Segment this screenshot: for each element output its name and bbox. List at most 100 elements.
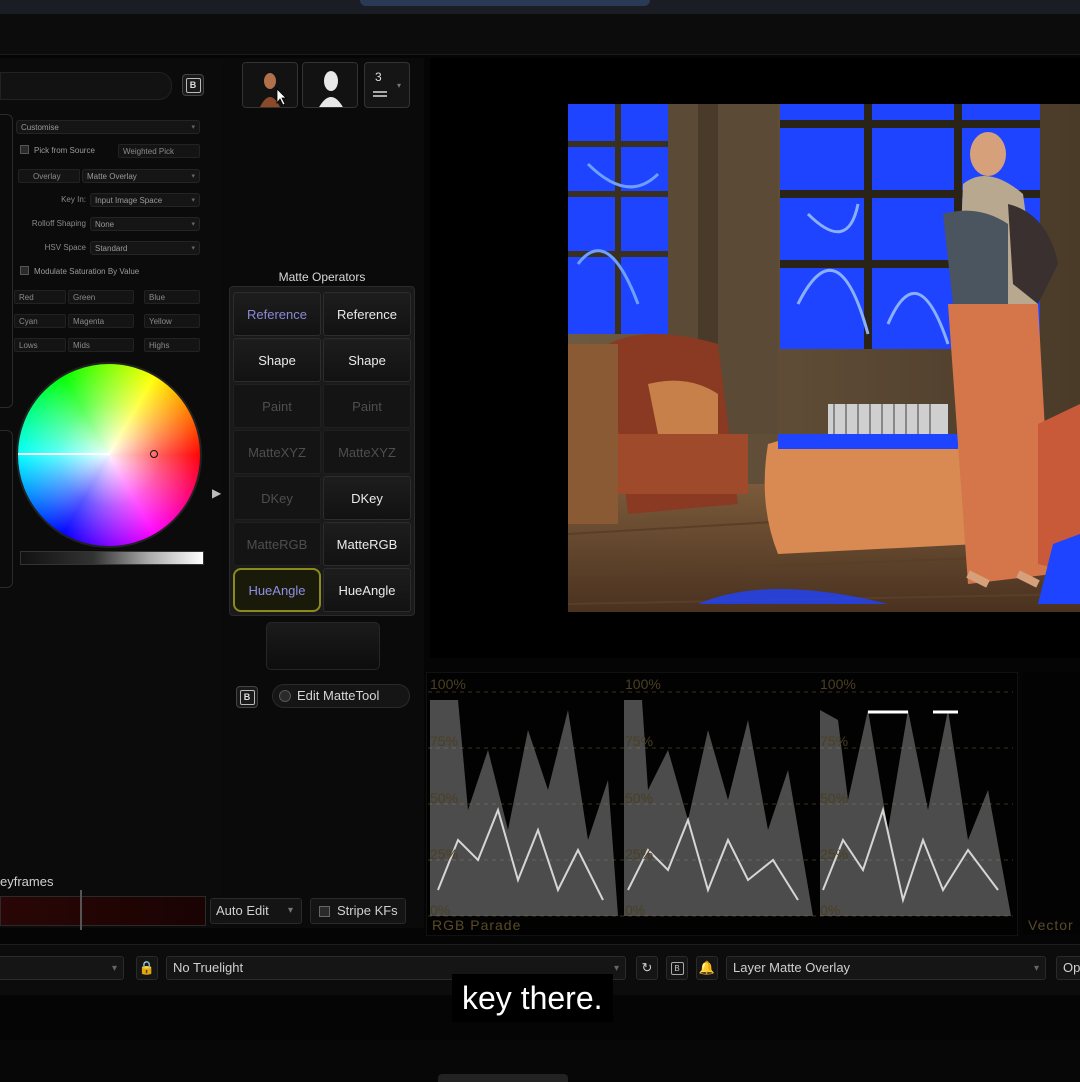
scope-75-label-g: 75%: [625, 733, 654, 749]
layer-matte-overlay-dropdown[interactable]: Layer Matte Overlay: [726, 956, 1046, 980]
mattergb-button-left[interactable]: MatteRGB: [233, 522, 321, 566]
list-icon: [373, 91, 387, 93]
options-dropdown[interactable]: Op: [1056, 956, 1080, 980]
scope-25-label-g: 25%: [625, 846, 654, 862]
source-thumbnail[interactable]: [242, 62, 298, 108]
layer-name-field[interactable]: [0, 72, 172, 100]
vectorscope-panel: [1022, 672, 1080, 934]
add-operator-button[interactable]: [266, 622, 380, 670]
luminance-gradient-slider[interactable]: [20, 551, 204, 565]
keyed-image-preview: [568, 104, 1080, 612]
refresh-icon: ↻: [641, 960, 653, 975]
matte-thumbnail[interactable]: [302, 62, 358, 108]
matte-silhouette-icon: [303, 63, 357, 107]
shape-button-left[interactable]: Shape: [233, 338, 321, 382]
mattexyz-button-left[interactable]: MatteXYZ: [233, 430, 321, 474]
hsv-space-label: HSV Space: [44, 243, 86, 252]
shape-button-right[interactable]: Shape: [323, 338, 411, 382]
pick-from-source-checkbox[interactable]: Pick from Source: [20, 144, 95, 158]
channel-mids-button[interactable]: Mids: [68, 338, 134, 352]
mattergb-button-right[interactable]: MatteRGB: [323, 522, 411, 566]
scope-0-label-b: 0%: [820, 902, 841, 918]
channel-red-button[interactable]: Red: [14, 290, 66, 304]
dkey-button-right[interactable]: DKey: [323, 476, 411, 520]
hue-picker-handle[interactable]: [150, 450, 158, 458]
hue-wheel[interactable]: [16, 362, 202, 548]
bypass-button[interactable]: B: [182, 74, 204, 96]
edit-mattetool-button[interactable]: Edit MatteTool: [272, 684, 410, 708]
scope-50-label-g: 50%: [625, 790, 654, 806]
keyframe-playhead[interactable]: [80, 890, 82, 930]
hueangle-button-right[interactable]: HueAngle: [323, 568, 411, 612]
room-scene-image: [568, 104, 1080, 612]
auto-edit-dropdown[interactable]: Auto Edit ▾: [210, 898, 302, 924]
top-bar-highlight: [360, 0, 650, 6]
keyframes-label: eyframes: [0, 874, 54, 889]
chevron-down-icon: ▾: [287, 905, 293, 916]
keyframe-track[interactable]: [0, 896, 206, 926]
footer-tab[interactable]: [438, 1074, 568, 1082]
scope-100-label-g: 100%: [625, 676, 661, 692]
scope-25-label: 25%: [430, 846, 459, 862]
title-bar: [0, 14, 1080, 55]
checkbox-icon: [20, 145, 29, 154]
scope-0-label: 0%: [430, 902, 451, 918]
bypass-icon: B: [239, 689, 255, 705]
video-caption: key there.: [452, 974, 613, 1022]
channel-magenta-button[interactable]: Magenta: [68, 314, 134, 328]
overlay-lock-button[interactable]: 🔔: [696, 956, 718, 980]
bell-icon: 🔔: [698, 960, 716, 975]
scope-0-label-g: 0%: [625, 902, 646, 918]
key-in-label: Key In:: [61, 195, 86, 204]
bypass-icon: B: [670, 961, 684, 975]
hueangle-button-left[interactable]: HueAngle: [233, 568, 321, 612]
reference-button-left[interactable]: Reference: [233, 292, 321, 336]
stripe-kfs-label: Stripe KFs: [337, 903, 398, 918]
hsv-space-dropdown[interactable]: Standard: [90, 241, 200, 255]
channel-blue-button[interactable]: Blue: [144, 290, 200, 304]
lock-icon: 🔒: [138, 960, 156, 975]
left-bottom-dropdown[interactable]: [0, 956, 124, 980]
channel-cyan-button[interactable]: Cyan: [14, 314, 66, 328]
overlay-dropdown[interactable]: Matte Overlay: [82, 169, 200, 183]
rolloff-label: Rolloff Shaping: [31, 219, 86, 228]
scope-75-label: 75%: [430, 733, 459, 749]
scope-50-label: 50%: [430, 790, 459, 806]
chevron-down-icon: ▾: [397, 81, 402, 90]
channel-highs-button[interactable]: Highs: [144, 338, 200, 352]
radio-icon: [279, 690, 291, 702]
reference-button-right[interactable]: Reference: [323, 292, 411, 336]
overlay-bypass-button[interactable]: B: [666, 956, 688, 980]
vectorscope-label: Vector: [1028, 917, 1074, 933]
bypass-icon: B: [185, 77, 201, 93]
channel-lows-button[interactable]: Lows: [14, 338, 66, 352]
modulate-saturation-checkbox[interactable]: Modulate Saturation By Value: [20, 265, 200, 279]
matte-operators-title: Matte Operators: [278, 270, 366, 284]
truelight-lock-button[interactable]: 🔒: [136, 956, 158, 980]
scope-75-label-b: 75%: [820, 733, 849, 749]
rgb-parade-label: RGB Parade: [432, 917, 522, 933]
layer-count-button[interactable]: 3 ▾: [364, 62, 410, 108]
channel-green-button[interactable]: Green: [68, 290, 134, 304]
checkbox-icon: [319, 906, 330, 917]
rolloff-dropdown[interactable]: None: [90, 217, 200, 231]
refresh-button[interactable]: ↻: [636, 956, 658, 980]
dkey-button-left[interactable]: DKey: [233, 476, 321, 520]
checkbox-icon: [20, 266, 29, 275]
pick-from-source-label: Pick from Source: [34, 146, 95, 155]
stripe-kfs-checkbox[interactable]: Stripe KFs: [310, 898, 406, 924]
overlay-toggle[interactable]: Overlay: [18, 169, 80, 183]
matte-bypass-button[interactable]: B: [236, 686, 258, 708]
scope-25-label-b: 25%: [820, 846, 849, 862]
scope-50-label-b: 50%: [820, 790, 849, 806]
scope-100-label-b: 100%: [820, 676, 856, 692]
weighted-pick-button[interactable]: Weighted Pick: [118, 144, 200, 158]
channel-yellow-button[interactable]: Yellow: [144, 314, 200, 328]
mattexyz-button-right[interactable]: MatteXYZ: [323, 430, 411, 474]
paint-button-left[interactable]: Paint: [233, 384, 321, 428]
collapse-arrow-icon[interactable]: ▶: [212, 486, 221, 500]
customise-dropdown[interactable]: Customise: [16, 120, 200, 134]
paint-button-right[interactable]: Paint: [323, 384, 411, 428]
left-side-handle: [0, 114, 13, 408]
key-in-dropdown[interactable]: Input Image Space: [90, 193, 200, 207]
